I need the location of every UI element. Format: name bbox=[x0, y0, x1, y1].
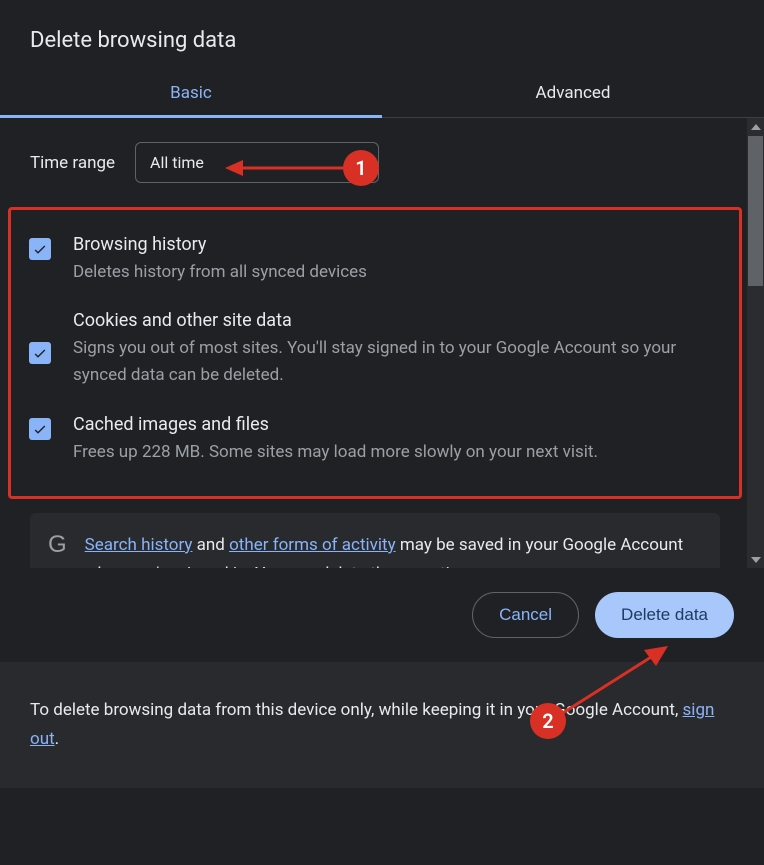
google-icon: G bbox=[48, 531, 67, 559]
option-desc: Signs you out of most sites. You'll stay… bbox=[73, 335, 721, 389]
option-cookies[interactable]: Cookies and other site data Signs you ou… bbox=[21, 298, 729, 401]
checkmark-icon bbox=[32, 421, 48, 437]
footer-text-1: To delete browsing data from this device… bbox=[30, 700, 683, 720]
time-range-select[interactable]: All time bbox=[135, 142, 379, 183]
checkbox-cache[interactable] bbox=[29, 418, 51, 440]
content-area: Time range All time Browsing history Del… bbox=[0, 118, 764, 568]
cancel-button[interactable]: Cancel bbox=[472, 592, 579, 638]
option-cache[interactable]: Cached images and files Frees up 228 MB.… bbox=[21, 402, 729, 478]
scrollbar-track[interactable] bbox=[747, 118, 764, 568]
checkmark-icon bbox=[32, 241, 48, 257]
option-text: Cookies and other site data Signs you ou… bbox=[73, 310, 721, 389]
footer-text: To delete browsing data from this device… bbox=[0, 662, 764, 788]
link-other-activity[interactable]: other forms of activity bbox=[229, 535, 396, 555]
google-info-box: G Search history and other forms of acti… bbox=[30, 513, 720, 568]
time-range-label: Time range bbox=[30, 153, 115, 173]
option-text: Cached images and files Frees up 228 MB.… bbox=[73, 414, 721, 466]
footer-text-2: . bbox=[55, 729, 59, 749]
checkbox-cookies[interactable] bbox=[29, 342, 51, 364]
annotation-badge-2: 2 bbox=[530, 703, 566, 739]
link-search-history[interactable]: Search history bbox=[85, 535, 193, 555]
annotation-badge-1: 1 bbox=[343, 150, 379, 186]
tab-bar: Basic Advanced bbox=[0, 71, 764, 118]
scroll-up-icon[interactable] bbox=[747, 118, 764, 135]
time-range-value: All time bbox=[150, 153, 204, 172]
delete-data-button[interactable]: Delete data bbox=[595, 592, 734, 638]
info-text: Search history and other forms of activi… bbox=[85, 531, 702, 568]
tab-basic[interactable]: Basic bbox=[0, 71, 382, 117]
option-text: Browsing history Deletes history from al… bbox=[73, 234, 721, 286]
option-desc: Frees up 228 MB. Some sites may load mor… bbox=[73, 439, 721, 466]
option-browsing-history[interactable]: Browsing history Deletes history from al… bbox=[21, 222, 729, 298]
info-text-mid: and bbox=[192, 535, 229, 555]
option-desc: Deletes history from all synced devices bbox=[73, 259, 721, 286]
checkbox-browsing-history[interactable] bbox=[29, 238, 51, 260]
annotation-highlight-box: Browsing history Deletes history from al… bbox=[8, 207, 742, 499]
option-title: Cookies and other site data bbox=[73, 310, 721, 331]
tab-advanced[interactable]: Advanced bbox=[382, 71, 764, 117]
option-title: Browsing history bbox=[73, 234, 721, 255]
option-title: Cached images and files bbox=[73, 414, 721, 435]
dialog-title: Delete browsing data bbox=[0, 0, 764, 71]
scrollbar-thumb[interactable] bbox=[748, 136, 763, 286]
checkmark-icon bbox=[32, 345, 48, 361]
button-row: Cancel Delete data bbox=[0, 568, 764, 662]
scroll-down-icon[interactable] bbox=[747, 551, 764, 568]
